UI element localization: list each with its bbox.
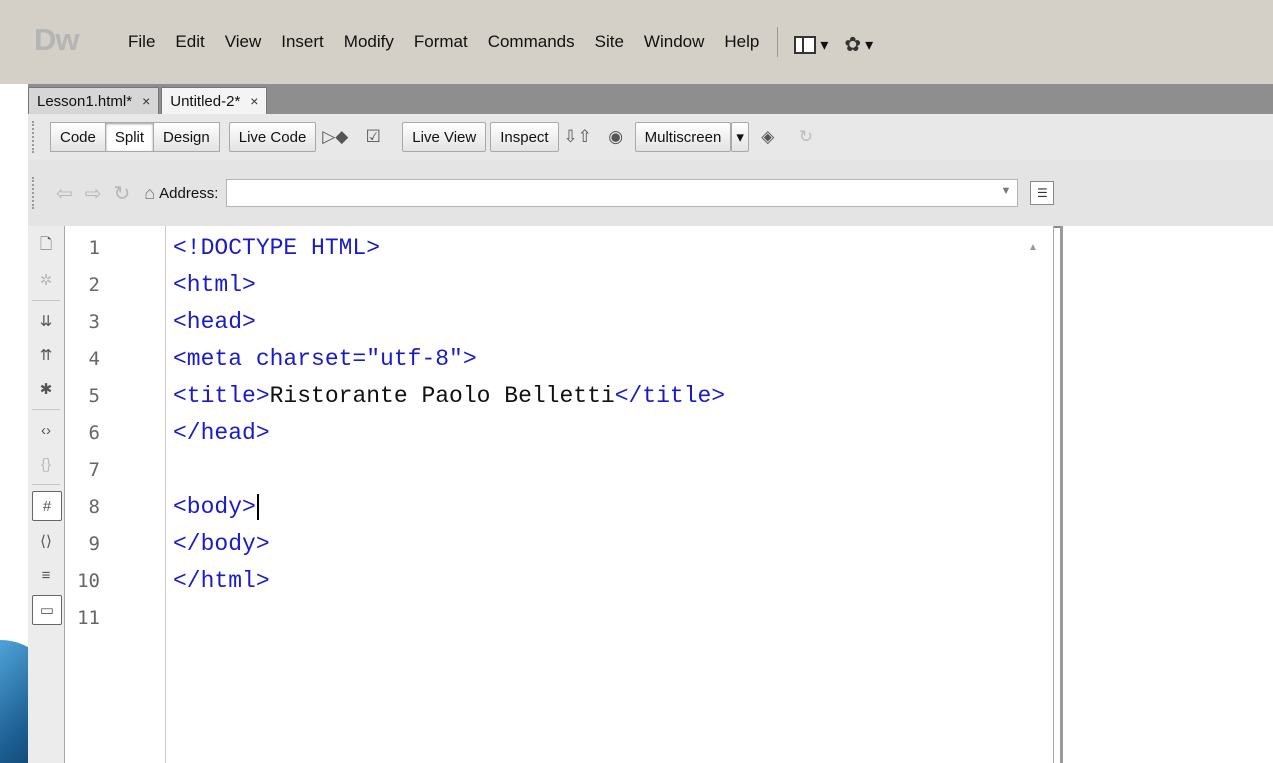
refresh-icon[interactable]: ↻ — [791, 123, 821, 151]
show-code-navigator-icon[interactable]: ✲ — [32, 266, 60, 294]
code-title-close: </title> — [614, 383, 726, 409]
text-cursor — [256, 493, 259, 520]
line-number: 7 — [88, 459, 100, 481]
code-title-text: Ristorante Paolo Belletti — [269, 383, 615, 409]
collapse-selection-icon[interactable]: ⇈ — [32, 341, 60, 369]
tab-label: Lesson1.html* — [37, 92, 133, 110]
line-number: 6 — [88, 422, 100, 444]
code-line: <html> — [173, 272, 256, 298]
home-icon[interactable]: ⌂ — [144, 183, 155, 204]
menu-format[interactable]: Format — [404, 32, 478, 57]
select-parent-tag-icon[interactable]: ‹› — [32, 416, 60, 444]
check-browser-icon[interactable]: ▷◆ — [320, 123, 350, 151]
code-line: <body> — [173, 489, 725, 526]
code-line: </head> — [173, 420, 270, 446]
menu-site[interactable]: Site — [585, 32, 634, 57]
app-logo: Dw — [34, 22, 79, 57]
menu-commands[interactable]: Commands — [478, 32, 585, 57]
browser-navigation-options-icon[interactable]: ☰ — [1030, 181, 1055, 205]
document-tabs: Lesson1.html* × Untitled-2* × — [28, 84, 1273, 114]
line-number: 1 — [88, 237, 100, 259]
tab-untitled-2[interactable]: Untitled-2* × — [161, 87, 268, 114]
menu-modify[interactable]: Modify — [334, 32, 404, 57]
layout-icon — [794, 35, 817, 54]
live-code-button[interactable]: Live Code — [228, 122, 317, 152]
menu-edit[interactable]: Edit — [165, 32, 214, 57]
code-line: <meta charset="utf-8"> — [173, 346, 477, 372]
settings-menu-button[interactable]: ✿ ▾ — [836, 32, 881, 57]
scroll-up-arrow-icon[interactable]: ▲ — [1028, 242, 1038, 253]
tab-lesson1[interactable]: Lesson1.html* × — [28, 87, 160, 114]
chevron-down-icon[interactable]: ▼ — [1000, 185, 1011, 197]
line-number: 9 — [88, 533, 100, 555]
syntax-coloring-icon[interactable]: ▭ — [32, 595, 62, 625]
menu-bar: Dw File Edit View Insert Modify Format C… — [0, 0, 1273, 84]
expand-all-icon[interactable]: ✱ — [32, 375, 60, 403]
code-line: </body> — [173, 531, 270, 557]
menu-insert[interactable]: Insert — [271, 32, 334, 57]
line-number-gutter: 1 2 3 4 5 6 7 8 9 10 11 — [65, 230, 130, 637]
validate-markup-icon[interactable]: ☑ — [358, 123, 388, 151]
back-arrow-icon[interactable]: ⇦ — [56, 181, 73, 206]
code-line: <!DOCTYPE HTML> — [173, 235, 381, 261]
code-body-open: <body> — [173, 494, 256, 520]
file-transfer-icon[interactable]: ⇩⇧ — [563, 123, 593, 151]
collapse-full-tag-icon[interactable]: ⇊ — [32, 307, 60, 335]
gear-icon: ✿ — [844, 34, 862, 56]
line-number: 5 — [88, 385, 100, 407]
toolbar-grip[interactable] — [32, 177, 40, 209]
open-documents-icon[interactable]: 🗋 — [32, 232, 60, 260]
multiscreen-dropdown[interactable]: ▾ — [731, 122, 749, 152]
live-view-button[interactable]: Live View — [402, 122, 487, 152]
design-view-pane[interactable] — [1063, 226, 1273, 763]
code-line: <head> — [173, 309, 256, 335]
view-switcher: Code Split Design — [50, 122, 220, 152]
code-line: </html> — [173, 568, 270, 594]
line-number: 8 — [88, 496, 100, 518]
menu-help[interactable]: Help — [714, 32, 769, 57]
multiscreen-button[interactable]: Multiscreen — [634, 122, 732, 152]
code-lines: <!DOCTYPE HTML> <html> <head> <meta char… — [173, 230, 725, 637]
line-number: 2 — [88, 274, 100, 296]
tab-label: Untitled-2* — [170, 92, 241, 110]
word-wrap-icon[interactable]: ≡ — [32, 561, 60, 589]
address-input[interactable]: ▼ — [226, 179, 1019, 207]
menu-window[interactable]: Window — [634, 32, 714, 57]
forward-arrow-icon[interactable]: ⇨ — [85, 181, 102, 206]
toolbar-grip[interactable] — [32, 121, 40, 153]
layout-menu-button[interactable]: ▾ — [786, 32, 836, 57]
code-line: <title>Ristorante Paolo Belletti</title> — [173, 378, 725, 415]
address-label: Address: — [159, 184, 219, 202]
inspect-button[interactable]: Inspect — [490, 122, 559, 152]
close-icon[interactable]: × — [142, 93, 150, 109]
visual-aids-icon[interactable]: ◈ — [753, 123, 783, 151]
line-number: 3 — [88, 311, 100, 333]
split-view-button[interactable]: Split — [104, 122, 155, 152]
highlight-invalid-code-icon[interactable]: ⟨⟩ — [32, 527, 60, 555]
preview-browser-icon[interactable]: ◉ — [601, 123, 631, 151]
menu-view[interactable]: View — [215, 32, 272, 57]
code-view-button[interactable]: Code — [50, 122, 106, 152]
main-menu: File Edit View Insert Modify Format Comm… — [118, 27, 881, 57]
code-editor[interactable]: 1 2 3 4 5 6 7 8 9 10 11 <!DOCTYPE HTML> … — [65, 226, 1054, 763]
menu-separator — [777, 27, 779, 57]
line-number: 4 — [88, 348, 100, 370]
address-bar: ⇦ ⇨ ↻ ⌂ Address: ▼ ☰ — [28, 160, 1273, 228]
menu-file[interactable]: File — [118, 32, 165, 57]
document-toolbar: Code Split Design Live Code ▷◆ ☑ Live Vi… — [28, 114, 1273, 161]
balance-braces-icon[interactable]: {} — [32, 450, 60, 478]
reload-icon[interactable]: ↻ — [114, 181, 131, 206]
coding-toolbar: 🗋 ✲ ⇊ ⇈ ✱ ‹› {} # ⟨⟩ ≡ ▭ — [28, 226, 65, 763]
line-number: 11 — [77, 607, 100, 629]
line-number: 10 — [77, 570, 100, 592]
line-numbers-icon[interactable]: # — [32, 491, 62, 521]
code-title-open: <title> — [173, 383, 270, 409]
design-view-button[interactable]: Design — [153, 122, 220, 152]
close-icon[interactable]: × — [250, 93, 258, 109]
